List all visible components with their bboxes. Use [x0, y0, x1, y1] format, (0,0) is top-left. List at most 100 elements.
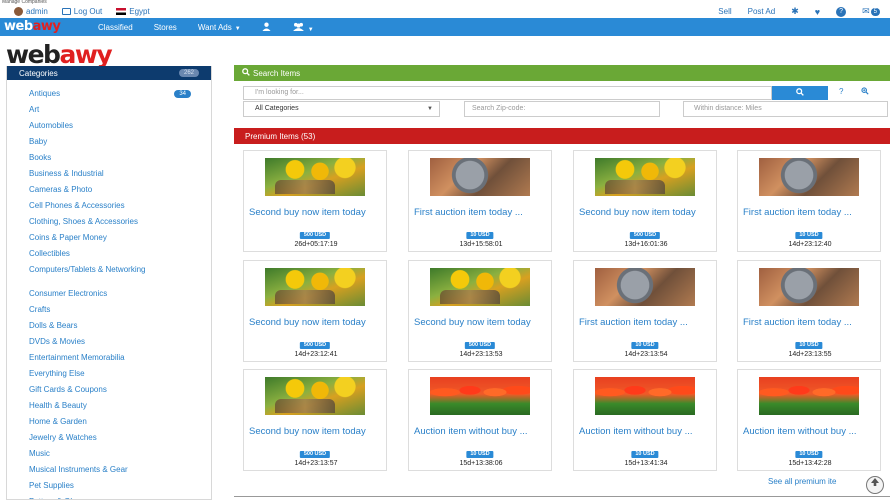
item-title[interactable]: First auction item today ...: [743, 318, 879, 328]
premium-item-card[interactable]: Auction item without buy ... 10 USD 15d+13…: [573, 369, 717, 471]
item-thumbnail[interactable]: [430, 158, 530, 196]
category-item[interactable]: Crafts: [7, 302, 211, 318]
heart-icon[interactable]: ♥: [815, 7, 820, 17]
item-thumbnail[interactable]: [265, 268, 365, 306]
group-icon[interactable]: ▼: [292, 22, 314, 33]
category-item[interactable]: Cameras & Photo: [7, 182, 211, 198]
category-item[interactable]: Business & Industrial: [7, 166, 211, 182]
category-item[interactable]: Computers/Tablets & Networking: [7, 262, 211, 286]
premium-item-card[interactable]: Second buy now item today 500 USD 14d+23:1…: [408, 260, 552, 362]
price-badge: 10 USD: [795, 451, 823, 458]
premium-item-card[interactable]: First auction item today ... 10 USD 13d+15…: [408, 150, 552, 252]
category-item[interactable]: Music: [7, 446, 211, 462]
item-title[interactable]: Second buy now item today: [414, 318, 550, 328]
category-item[interactable]: Health & Beauty: [7, 398, 211, 414]
premium-item-card[interactable]: Second buy now item today 500 USD 26d+05:1…: [243, 150, 387, 252]
premium-item-card[interactable]: Auction item without buy ... 10 USD 15d+13…: [737, 369, 881, 471]
item-thumbnail[interactable]: [430, 377, 530, 415]
zip-code-input[interactable]: Search Zip-code:: [464, 101, 660, 117]
main-nav: webawy Classified Stores Want Ads ▼ ▼: [0, 18, 890, 36]
nav-classified[interactable]: Classified: [98, 23, 133, 32]
category-item[interactable]: Everything Else: [7, 366, 211, 382]
category-item[interactable]: Home & Garden: [7, 414, 211, 430]
nav-brand[interactable]: webawy: [4, 19, 61, 34]
item-thumbnail[interactable]: [595, 158, 695, 196]
category-item[interactable]: Collectibles: [7, 246, 211, 262]
post-ad-link[interactable]: Post Ad: [748, 7, 776, 16]
user-bar: admin Log Out Egypt Sell Post Ad ✱ ♥ ? ✉…: [0, 5, 890, 18]
item-title[interactable]: Second buy now item today: [579, 208, 715, 218]
distance-input[interactable]: Within distance: Miles: [683, 101, 888, 117]
premium-item-card[interactable]: First auction item today ... 10 USD 14d+23…: [737, 150, 881, 252]
item-thumbnail[interactable]: [430, 268, 530, 306]
item-thumbnail[interactable]: [759, 377, 859, 415]
category-item[interactable]: Musical Instruments & Gear: [7, 462, 211, 478]
item-title[interactable]: Auction item without buy ...: [743, 427, 879, 437]
category-item[interactable]: Entertainment Memorabilia: [7, 350, 211, 366]
categories-total-badge: 262: [178, 69, 199, 77]
gear-icon[interactable]: ✱: [791, 6, 799, 17]
nav-stores[interactable]: Stores: [154, 23, 177, 32]
item-title[interactable]: Second buy now item today: [249, 318, 385, 328]
item-thumbnail[interactable]: [759, 158, 859, 196]
item-title[interactable]: Second buy now item today: [249, 427, 385, 437]
category-item[interactable]: Jewelry & Watches: [7, 430, 211, 446]
username: admin: [26, 7, 48, 16]
price-badge: 500 USD: [464, 342, 496, 349]
premium-item-card[interactable]: Auction item without buy ... 10 USD 15d+13…: [408, 369, 552, 471]
item-title[interactable]: First auction item today ...: [579, 318, 715, 328]
category-item[interactable]: Gift Cards & Coupons: [7, 382, 211, 398]
item-title[interactable]: First auction item today ...: [743, 208, 879, 218]
category-item[interactable]: Pet Supplies: [7, 478, 211, 494]
logout-link[interactable]: Log Out: [61, 7, 102, 16]
search-row: I'm looking for... ?: [243, 86, 869, 100]
category-item[interactable]: Coins & Paper Money: [7, 230, 211, 246]
category-item[interactable]: Art: [7, 102, 211, 118]
time-left: 13d+16:01:36: [624, 241, 668, 248]
category-select[interactable]: All Categories ▼: [243, 101, 440, 117]
category-item[interactable]: Books: [7, 150, 211, 166]
search-help-link[interactable]: ?: [839, 87, 843, 96]
category-item[interactable]: Cell Phones & Accessories: [7, 198, 211, 214]
price-badge: 500 USD: [299, 342, 331, 349]
user-icon[interactable]: [262, 22, 271, 33]
help-icon[interactable]: ?: [836, 6, 847, 17]
premium-item-card[interactable]: Second buy now item today 500 USD 14d+23:1…: [243, 260, 387, 362]
search-button[interactable]: [772, 86, 828, 100]
avatar: [14, 7, 23, 16]
country-selector[interactable]: Egypt: [116, 7, 150, 16]
item-title[interactable]: First auction item today ...: [414, 208, 550, 218]
category-item[interactable]: Dolls & Bears: [7, 318, 211, 334]
item-title[interactable]: Second buy now item today: [249, 208, 385, 218]
item-title[interactable]: Auction item without buy ...: [579, 427, 715, 437]
item-thumbnail[interactable]: [595, 268, 695, 306]
category-item[interactable]: DVDs & Movies: [7, 334, 211, 350]
item-thumbnail[interactable]: [265, 158, 365, 196]
sell-link[interactable]: Sell: [718, 7, 731, 16]
search-input[interactable]: I'm looking for...: [243, 86, 772, 100]
category-item[interactable]: Consumer Electronics: [7, 286, 211, 302]
user-menu[interactable]: admin: [14, 7, 48, 16]
nav-want-ads[interactable]: Want Ads ▼: [198, 23, 241, 32]
category-item[interactable]: Pottery & Glass: [7, 494, 211, 499]
advanced-search-icon[interactable]: [861, 87, 869, 97]
scroll-to-top-button[interactable]: [866, 476, 884, 494]
category-item[interactable]: Automobiles: [7, 118, 211, 134]
see-all-premium-link[interactable]: See all premium ite: [768, 477, 836, 486]
envelope-icon: ✉: [862, 6, 870, 16]
premium-item-card[interactable]: Second buy now item today 500 USD 13d+16:0…: [573, 150, 717, 252]
category-item[interactable]: Baby: [7, 134, 211, 150]
messages-button[interactable]: ✉ 5: [862, 6, 880, 17]
item-thumbnail[interactable]: [759, 268, 859, 306]
site-logo[interactable]: webawy: [6, 40, 113, 69]
premium-item-card[interactable]: First auction item today ... 10 USD 14d+23…: [573, 260, 717, 362]
item-thumbnail[interactable]: [265, 377, 365, 415]
category-item[interactable]: Clothing, Shoes & Accessories: [7, 214, 211, 230]
category-item[interactable]: Antiques 34: [7, 86, 211, 102]
time-left: 13d+15:58:01: [459, 241, 503, 248]
time-left: 14d+23:13:57: [294, 460, 338, 467]
item-thumbnail[interactable]: [595, 377, 695, 415]
premium-item-card[interactable]: First auction item today ... 10 USD 14d+23…: [737, 260, 881, 362]
premium-item-card[interactable]: Second buy now item today 500 USD 14d+23:1…: [243, 369, 387, 471]
item-title[interactable]: Auction item without buy ...: [414, 427, 550, 437]
